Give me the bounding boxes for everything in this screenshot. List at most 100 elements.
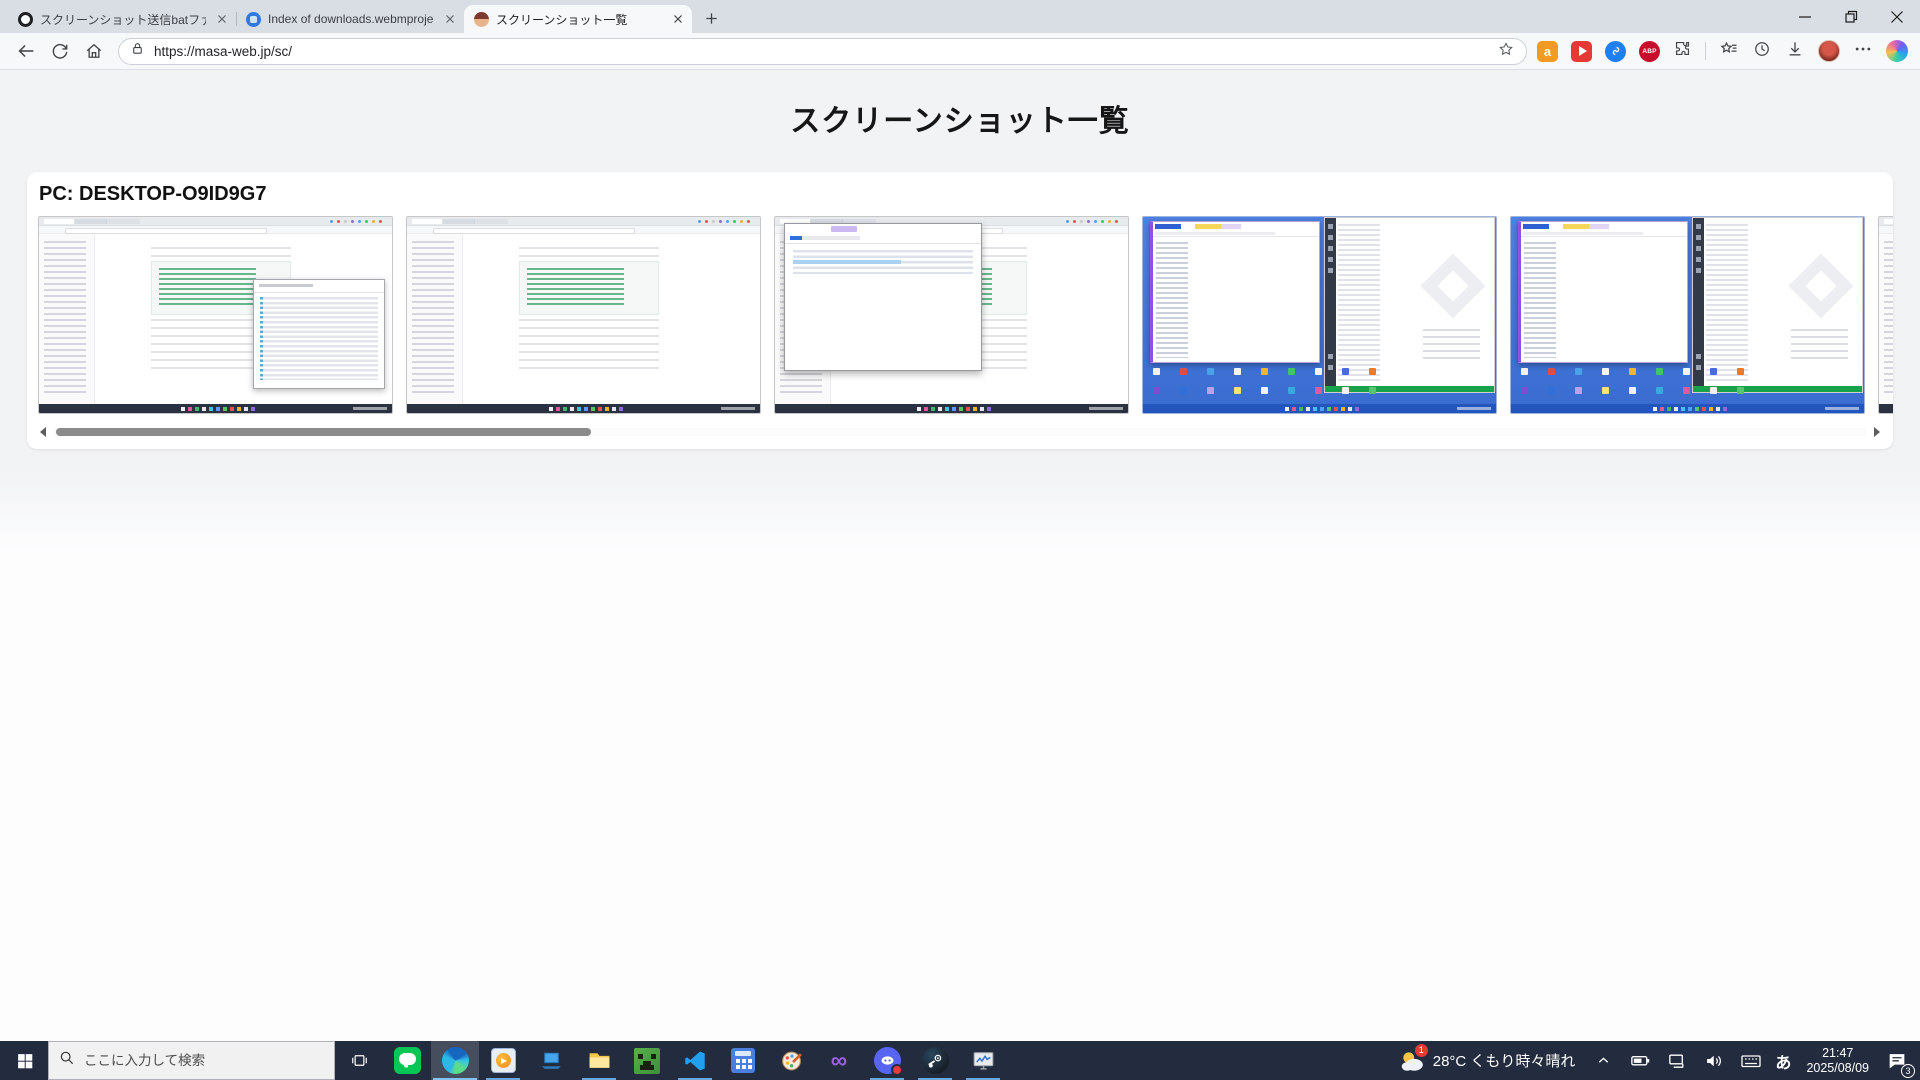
volume-icon[interactable] (1701, 1048, 1727, 1074)
taskbar-app-remote-desktop[interactable] (527, 1041, 575, 1080)
refresh-button[interactable] (44, 36, 76, 66)
lock-icon[interactable] (130, 41, 145, 61)
action-center-icon[interactable]: 3 (1884, 1048, 1910, 1074)
scroll-left-button[interactable] (38, 427, 48, 437)
discord-icon (874, 1047, 901, 1074)
favorite-star-icon[interactable] (1497, 40, 1515, 63)
restore-button[interactable] (1828, 0, 1874, 33)
tab-screenshot-list[interactable]: スクリーンショット一覧 (464, 5, 692, 33)
right-arrow-icon (1874, 427, 1880, 437)
taskbar-clock[interactable]: 21:47 2025/08/09 (1802, 1046, 1873, 1076)
shazam-icon[interactable] (1605, 41, 1626, 62)
weather-icon: 1 (1399, 1048, 1425, 1074)
battery-icon[interactable] (1627, 1048, 1653, 1074)
taskbar-app-vscode[interactable] (671, 1041, 719, 1080)
system-tray: 1 28°C くもり時々晴れ あ 21:47 2025/08/09 3 (1395, 1041, 1920, 1080)
weather-badge: 1 (1415, 1044, 1428, 1057)
screenshot-thumbnail-6[interactable] (1878, 216, 1893, 414)
vscode-icon (683, 1049, 707, 1073)
tab-title: Index of downloads.webmproject (268, 12, 434, 26)
calculator-icon (731, 1048, 755, 1073)
extensions-puzzle-icon[interactable] (1673, 39, 1692, 63)
copilot-icon[interactable] (1886, 40, 1908, 62)
task-manager-icon (971, 1048, 996, 1073)
toolbar-divider (1705, 42, 1706, 60)
browser-window: スクリーンショット送信batファイル Index of downloads.we… (0, 0, 1920, 1041)
adblock-youtube-icon[interactable] (1571, 41, 1592, 62)
screenshot-thumbnail-5[interactable] (1510, 216, 1865, 414)
clock-date: 2025/08/09 (1806, 1061, 1869, 1076)
taskbar-search[interactable] (48, 1041, 335, 1080)
paint-icon (779, 1048, 804, 1073)
taskbar-app-task-manager[interactable] (959, 1041, 1007, 1080)
taskbar-app-paint[interactable] (767, 1041, 815, 1080)
profile-avatar[interactable] (1818, 40, 1840, 62)
window-controls (1782, 0, 1920, 33)
touch-keyboard-icon[interactable] (1738, 1048, 1764, 1074)
downloads-icon[interactable] (1785, 39, 1805, 64)
minecraft-icon (634, 1048, 660, 1074)
url-text[interactable]: https://masa-web.jp/sc/ (154, 44, 1488, 59)
page-content: スクリーンショット一覧 PC: DESKTOP-O9ID9G7 (0, 70, 1920, 1041)
line-icon (394, 1047, 421, 1074)
tab-close-icon[interactable] (213, 11, 230, 28)
start-button[interactable] (0, 1041, 48, 1080)
taskbar-app-file-explorer[interactable] (575, 1041, 623, 1080)
taskbar-app-discord[interactable] (863, 1041, 911, 1080)
screenshot-thumbnail-1[interactable] (38, 216, 393, 414)
windows-taskbar: ∞ 1 28°C くもり時々晴れ (0, 1041, 1920, 1080)
taskbar-app-edge[interactable] (431, 1041, 479, 1080)
settings-menu-icon[interactable] (1853, 39, 1873, 64)
avatar-icon (474, 12, 489, 27)
close-button[interactable] (1874, 0, 1920, 33)
steam-icon (922, 1047, 949, 1074)
hidden-icons-chevron[interactable] (1590, 1048, 1616, 1074)
edge-icon (442, 1047, 469, 1074)
scrollbar-track[interactable] (53, 428, 1867, 436)
left-arrow-icon (40, 427, 46, 437)
tab-close-icon[interactable] (669, 11, 686, 28)
page-title: スクリーンショット一覧 (0, 70, 1920, 140)
scroll-right-button[interactable] (1872, 427, 1882, 437)
amazon-assistant-icon[interactable]: a (1537, 41, 1558, 62)
search-icon (59, 1050, 75, 1071)
adblock-plus-icon[interactable]: ABP (1639, 41, 1660, 62)
screenshot-thumbnail-4[interactable] (1142, 216, 1497, 414)
blue-globe-icon (246, 12, 261, 27)
tab-close-icon[interactable] (441, 11, 458, 28)
screenshot-strip (38, 216, 1893, 414)
tab-bar: スクリーンショット送信batファイル Index of downloads.we… (0, 0, 1920, 33)
weather-widget[interactable]: 1 28°C くもり時々晴れ (1395, 1048, 1580, 1074)
home-button[interactable] (78, 36, 110, 66)
taskbar-app-visual-studio[interactable]: ∞ (815, 1041, 863, 1080)
network-icon[interactable] (1664, 1048, 1690, 1074)
notification-badge: 3 (1901, 1064, 1915, 1078)
pc-section-card: PC: DESKTOP-O9ID9G7 (27, 172, 1893, 449)
address-bar[interactable]: https://masa-web.jp/sc/ (118, 38, 1527, 65)
weather-text: 28°C くもり時々晴れ (1433, 1050, 1576, 1071)
minimize-button[interactable] (1782, 0, 1828, 33)
taskbar-app-steam[interactable] (911, 1041, 959, 1080)
history-icon[interactable] (1752, 39, 1772, 64)
tab-index-downloads[interactable]: Index of downloads.webmproject (236, 5, 464, 33)
screenshot-thumbnail-2[interactable] (406, 216, 761, 414)
horizontal-scrollbar (38, 427, 1882, 437)
ime-indicator[interactable]: あ (1775, 1049, 1791, 1073)
screenshot-strip-viewport (38, 216, 1893, 414)
taskbar-app-minecraft[interactable] (623, 1041, 671, 1080)
screenshot-thumbnail-3[interactable] (774, 216, 1129, 414)
taskbar-app-media-player[interactable] (479, 1041, 527, 1080)
scrollbar-thumb[interactable] (56, 428, 591, 436)
discord-badge (891, 1064, 903, 1076)
search-input[interactable] (84, 1053, 304, 1068)
taskbar-app-line[interactable] (383, 1041, 431, 1080)
favorites-hub-icon[interactable] (1719, 39, 1739, 64)
file-explorer-icon (587, 1048, 612, 1073)
new-tab-button[interactable] (698, 5, 724, 31)
visual-studio-icon: ∞ (831, 1049, 847, 1072)
pc-heading: PC: DESKTOP-O9ID9G7 (39, 183, 1893, 206)
taskbar-app-calculator[interactable] (719, 1041, 767, 1080)
task-view-button[interactable] (335, 1041, 383, 1080)
back-button[interactable] (10, 36, 42, 66)
tab-chatgpt-bat[interactable]: スクリーンショット送信batファイル (8, 5, 236, 33)
